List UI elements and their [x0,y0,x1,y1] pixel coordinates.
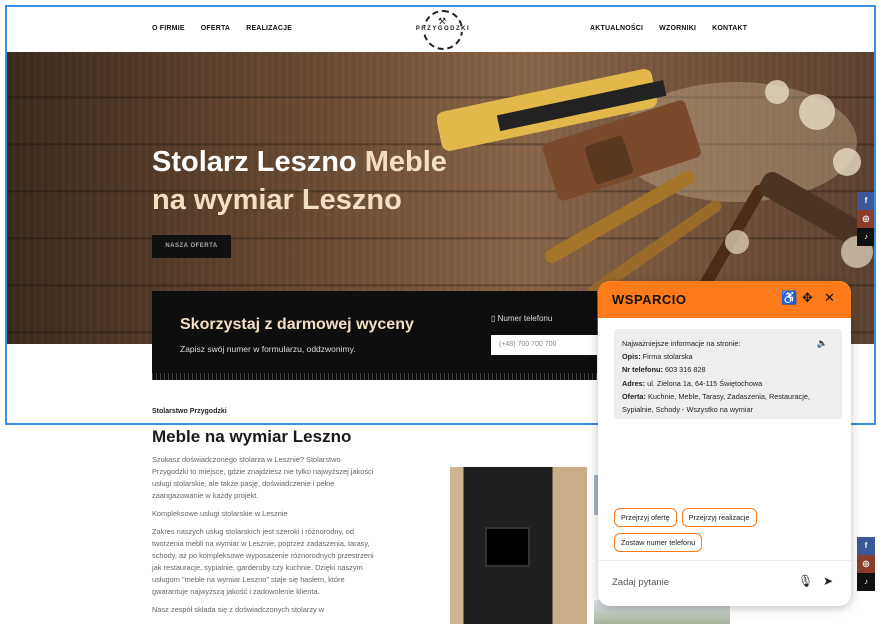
logo-emblem: ⚒ PRZYGODZKI [413,10,473,50]
info-row: Nr telefonu: 603 316 828 [622,363,834,376]
microphone-icon[interactable]: 🎙 [798,574,813,588]
nav-right: AKTUALNOŚCI WZORNIKI KONTAKT [590,25,747,32]
tiktok-icon[interactable]: ♪ [857,573,875,591]
info-key: Adres: [622,378,646,388]
paragraph: Kompleksowe usługi stolarskie w Lesznie [152,509,288,518]
quote-subtitle: Zapisz swój numer w formularzu, oddzwoni… [180,344,356,354]
quote-box: Skorzystaj z darmowej wyceny Zapisz swój… [152,291,601,380]
expand-icon[interactable]: ✥ [802,290,813,306]
chip-projects[interactable]: Przejrzyj realizacje [681,508,757,527]
info-key: Opis: [622,352,641,362]
suggestion-chips: Przejrzyj ofertę Przejrzyj realizacje Zo… [614,508,844,552]
social-bar-top: f ◎ ♪ [857,192,875,246]
hero-title: Stolarz Leszno Meble na wymiar Leszno [152,144,512,219]
paragraph: Szukasz doświadczonego stolarza w Leszni… [152,455,374,500]
nav-item-wzorniki[interactable]: WZORNIKI [659,25,696,32]
paragraph: Zakres naszych usług stolarskich jest sz… [152,527,374,596]
facebook-icon[interactable]: f [857,537,875,555]
nav-item-o-firmie[interactable]: O FIRMIE [152,25,185,32]
nav-item-kontakt[interactable]: KONTAKT [712,25,747,32]
offer-button[interactable]: NASZA OFERTA [152,235,231,258]
info-value: ul. Zielona 1a, 64-115 Świętochowa [645,378,763,388]
nav-item-oferta[interactable]: OFERTA [201,25,230,32]
phone-label-text: Numer telefonu [497,314,553,323]
accessibility-icon[interactable]: ♿ [781,290,797,306]
info-value: Firma stolarska [640,352,693,362]
chip-leave-phone[interactable]: Zostaw numer telefonu [614,533,703,552]
paragraph: Nasz zespół składa się z doświadczonych … [152,605,325,614]
info-row: Adres: ul. Zielona 1a, 64-115 Świętochow… [622,377,834,390]
kitchen-photo [450,467,587,624]
oven-shape [485,527,530,567]
instagram-icon[interactable]: ◎ [857,555,875,573]
chat-input[interactable]: Zadaj pytanie [612,577,669,588]
send-icon[interactable]: ➤ [823,574,833,588]
nav-left: O FIRMIE OFERTA REALIZACJE [152,25,292,32]
info-key: Oferta: [622,391,646,401]
close-icon[interactable]: ✕ [824,290,835,306]
site-header: O FIRMIE OFERTA REALIZACJE ⚒ PRZYGODZKI … [7,7,874,52]
info-row: Oferta: Kuchnie, Meble, Tarasy, Zadaszen… [622,390,834,416]
chat-title: WSPARCIO [612,292,687,307]
chat-message: 🔈 Najważniejsze informacje na stronie: O… [614,329,842,419]
section-heading: Meble na wymiar Leszno [152,427,352,446]
nav-item-aktualnosci[interactable]: AKTUALNOŚCI [590,25,643,32]
site-logo[interactable]: ⚒ PRZYGODZKI [413,10,473,52]
section-kicker: Stolarstwo Przygodzki [152,408,227,415]
quote-title: Skorzystaj z darmowej wyceny [180,316,414,333]
hero-title-accent: Meble [364,146,447,178]
instagram-icon[interactable]: ◎ [857,210,875,228]
hero-title-part1: Stolarz Leszno [152,146,365,178]
ruler-decoration [152,373,597,380]
social-bar-bottom: f ◎ ♪ [857,537,875,591]
info-value: Kuchnie, Meble, Tarasy, Zadaszenia, Rest… [622,391,810,415]
nav-item-realizacje[interactable]: REALIZACJE [246,25,292,32]
message-intro: Najważniejsze informacje na stronie: [622,339,741,348]
tiktok-icon[interactable]: ♪ [857,228,875,246]
chip-offer[interactable]: Przejrzyj ofertę [614,508,677,527]
chat-input-bar: Zadaj pytanie 🎙 ➤ [598,560,851,606]
section-body: Szukasz doświadczonego stolarza w Leszni… [152,454,374,622]
facebook-icon[interactable]: f [857,192,875,210]
info-key: Nr telefonu: [622,365,663,375]
info-value: 603 316 828 [662,365,706,375]
phone-input[interactable]: (+48) 700 700 700 [491,335,601,355]
hero-title-part2: na wymiar Leszno [152,183,402,216]
logo-text: PRZYGODZKI [413,26,473,32]
phone-label: ▯ Numer telefonu [491,314,553,323]
chat-header: WSPARCIO ♿ ✥ ✕ [598,281,851,318]
chat-widget: WSPARCIO ♿ ✥ ✕ 🔈 Najważniejsze informacj… [598,281,851,606]
speaker-icon[interactable]: 🔈 [817,337,828,350]
info-row: Opis: Firma stolarska [622,350,834,363]
